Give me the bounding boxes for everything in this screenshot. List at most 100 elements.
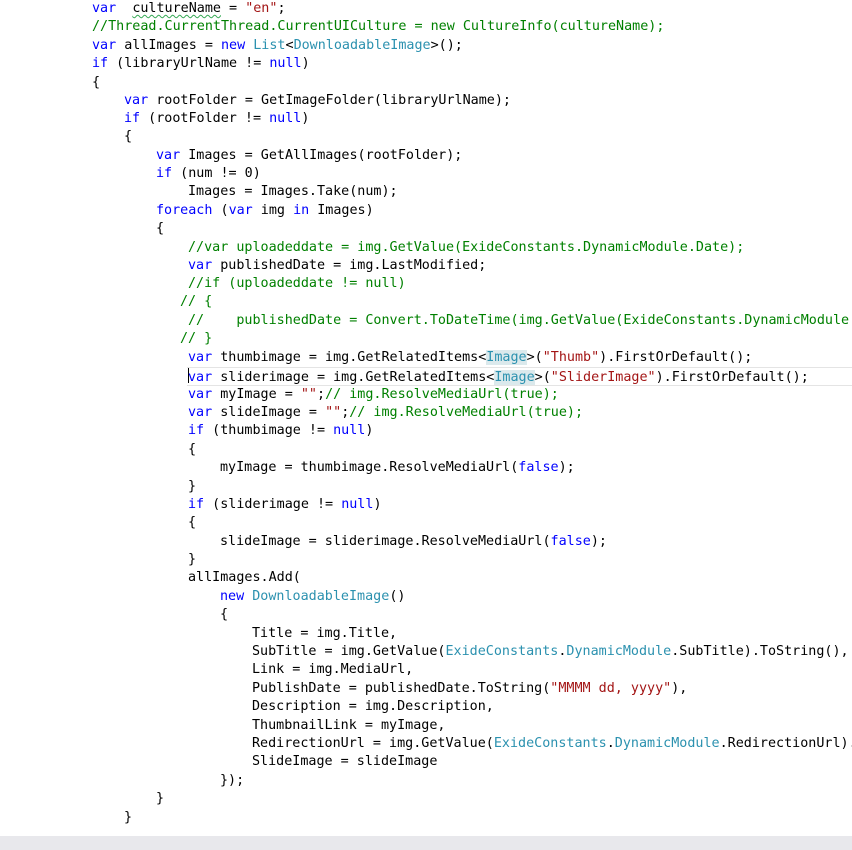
code-line-current[interactable]: var sliderimage = img.GetRelatedItems<Im… <box>187 367 852 386</box>
horizontal-scrollbar[interactable] <box>0 836 852 850</box>
code-line[interactable]: new DownloadableImage() <box>220 588 405 606</box>
token-comment: // img.ResolveMediaUrl(true); <box>349 405 584 420</box>
code-line[interactable]: var thumbimage = img.GetRelatedItems<Ima… <box>188 349 752 367</box>
token-code-text: { <box>220 607 229 622</box>
token-code-text: Description = img.Description, <box>252 699 494 714</box>
code-line[interactable]: Title = img.Title, <box>252 625 397 643</box>
code-line[interactable]: myImage = thumbimage.ResolveMediaUrl(fal… <box>220 459 575 477</box>
token-code-text: >( <box>526 350 543 365</box>
code-line[interactable]: //var uploadeddate = img.GetValue(ExideC… <box>188 239 744 257</box>
code-line[interactable]: { <box>124 128 132 146</box>
code-line[interactable]: if (libraryUrlName != null) <box>92 55 310 73</box>
code-line[interactable]: var slideImage = "";// img.ResolveMediaU… <box>188 404 583 422</box>
code-line[interactable]: Link = img.MediaUrl, <box>252 661 413 679</box>
code-line[interactable]: var cultureName = "en"; <box>92 0 286 18</box>
token-string-literal: "" <box>325 405 342 420</box>
code-line[interactable]: foreach (var img in Images) <box>156 202 374 220</box>
token-code-text: slideImage = sliderimage.ResolveMediaUrl… <box>220 534 551 549</box>
token-keyword: null <box>269 111 302 126</box>
code-line[interactable]: // } <box>180 330 212 348</box>
token-type-name: ExideConstants <box>493 736 607 751</box>
code-line[interactable]: var Images = GetAllImages(rootFolder); <box>156 147 462 165</box>
token-comment: // { <box>180 294 213 309</box>
token-code-text: (rootFolder != <box>140 111 270 126</box>
token-code-text: < <box>285 38 294 53</box>
token-code-text: Images = Images.Take(num); <box>188 184 398 199</box>
token-code-text: ) <box>301 56 310 71</box>
code-line[interactable]: RedirectionUrl = img.GetValue(ExideConst… <box>252 735 852 753</box>
token-code-text: ; <box>277 1 286 16</box>
code-line[interactable]: var myImage = "";// img.ResolveMediaUrl(… <box>188 386 559 404</box>
code-line[interactable]: ThumbnailLink = myImage, <box>252 717 445 735</box>
token-keyword: false <box>550 534 591 549</box>
token-code-text: sliderimage = img.GetRelatedItems< <box>212 370 495 385</box>
token-code-text: >(); <box>430 38 463 53</box>
code-line[interactable]: var publishedDate = img.LastModified; <box>188 257 486 275</box>
code-line[interactable]: } <box>156 790 164 808</box>
token-type-name: DynamicModule <box>566 644 672 659</box>
token-code-text: () <box>389 589 406 604</box>
code-line[interactable]: // { <box>180 293 212 311</box>
token-type-name: DownloadableImage <box>293 38 431 53</box>
token-type-name: DynamicModule <box>614 736 720 751</box>
token-keyword: new <box>220 589 245 604</box>
token-string-literal: "" <box>300 387 317 402</box>
code-line[interactable]: { <box>188 514 196 532</box>
token-code-text: ) <box>301 111 310 126</box>
token-code-text: ThumbnailLink = myImage, <box>252 718 446 733</box>
token-comment: // } <box>180 331 213 346</box>
token-keyword: var <box>124 93 149 108</box>
code-line[interactable]: if (num != 0) <box>156 165 261 183</box>
code-line[interactable]: SubTitle = img.GetValue(ExideConstants.D… <box>252 643 849 661</box>
code-line[interactable]: { <box>220 606 228 624</box>
token-code-text: { <box>156 221 165 236</box>
token-string-literal: "SliderImage" <box>550 370 656 385</box>
code-line[interactable]: PublishDate = publishedDate.ToString("MM… <box>252 680 687 698</box>
token-code-text: } <box>188 479 197 494</box>
token-code-text: allImages = <box>116 38 221 53</box>
token-code-text: { <box>124 129 133 144</box>
token-type-name: Image <box>486 350 527 365</box>
code-line[interactable]: { <box>92 74 100 92</box>
code-line[interactable]: //Thread.CurrentThread.CurrentUICulture … <box>92 18 664 36</box>
token-code-text: ).FirstOrDefault(); <box>599 350 753 365</box>
code-line[interactable]: { <box>188 441 196 459</box>
code-line[interactable]: if (sliderimage != null) <box>188 496 382 514</box>
token-code-text: } <box>124 810 133 825</box>
token-code-text: .SubTitle).ToString(), <box>671 644 849 659</box>
code-line[interactable]: if (rootFolder != null) <box>124 110 309 128</box>
code-line[interactable]: SlideImage = slideImage <box>252 753 437 771</box>
token-comment: //Thread.CurrentThread.CurrentUICulture … <box>92 19 665 34</box>
token-keyword: null <box>333 423 366 438</box>
token-identifier-warning: cultureName <box>132 1 221 16</box>
code-line[interactable]: } <box>188 551 196 569</box>
code-line[interactable]: { <box>156 220 164 238</box>
token-code-text: (thumbimage != <box>204 423 334 438</box>
token-code-text: myImage = <box>212 387 301 402</box>
code-line[interactable]: } <box>188 478 196 496</box>
code-line[interactable]: Description = img.Description, <box>252 698 494 716</box>
code-line[interactable]: var allImages = new List<DownloadableIma… <box>92 37 463 55</box>
code-line[interactable]: if (thumbimage != null) <box>188 422 373 440</box>
code-line[interactable]: allImages.Add( <box>188 569 301 587</box>
code-line[interactable]: var rootFolder = GetImageFolder(libraryU… <box>124 92 511 110</box>
token-string-literal: "MMMM dd, yyyy" <box>550 681 672 696</box>
token-code-text: Images) <box>309 203 374 218</box>
token-type-name: List <box>253 38 286 53</box>
token-code-text: Title = img.Title, <box>252 626 398 641</box>
code-line[interactable]: Images = Images.Take(num); <box>188 183 398 201</box>
token-code-text: SlideImage = slideImage <box>252 754 438 769</box>
code-line[interactable]: // publishedDate = Convert.ToDateTime(im… <box>188 312 852 330</box>
code-line[interactable]: //if (uploadeddate != null) <box>188 275 406 293</box>
code-line[interactable]: slideImage = sliderimage.ResolveMediaUrl… <box>220 533 607 551</box>
token-code-text: ).FirstOrDefault(); <box>655 370 809 385</box>
token-code-text: RedirectionUrl = img.GetValue( <box>252 736 494 751</box>
token-code-text: } <box>188 552 197 567</box>
token-keyword: if <box>92 56 109 71</box>
code-line[interactable]: }); <box>220 772 244 790</box>
code-editor[interactable]: var cultureName = "en";//Thread.CurrentT… <box>0 0 852 836</box>
token-code-text <box>116 1 132 16</box>
token-keyword: var <box>228 203 253 218</box>
code-line[interactable]: } <box>124 809 132 827</box>
token-keyword: null <box>341 497 374 512</box>
